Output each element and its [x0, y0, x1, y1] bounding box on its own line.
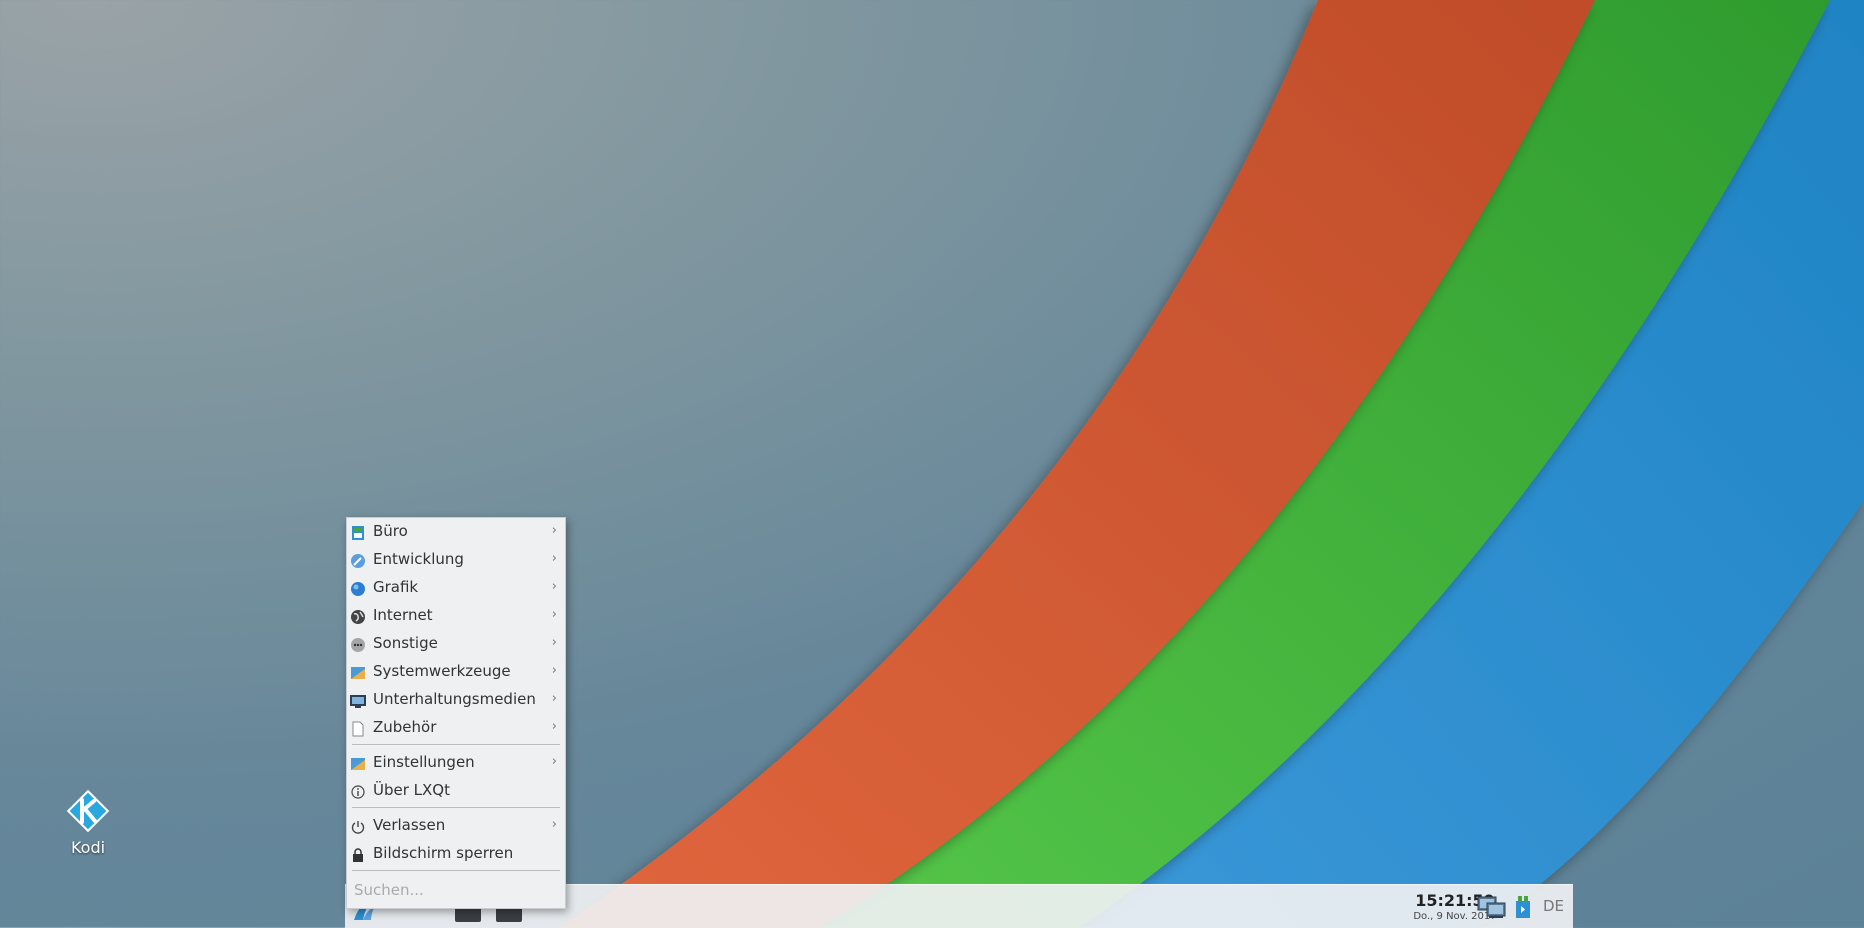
chevron-right-icon: › [551, 663, 557, 678]
chevron-right-icon: › [551, 691, 557, 706]
menu-item-unterhaltungsmedien[interactable]: Unterhaltungsmedien › [347, 686, 565, 712]
development-icon [350, 551, 366, 568]
chevron-right-icon: › [551, 523, 557, 538]
chevron-right-icon: › [551, 817, 557, 832]
menu-item-verlassen[interactable]: Verlassen › [347, 812, 565, 838]
menu-item-internet[interactable]: Internet › [347, 602, 565, 628]
lock-icon [350, 845, 366, 862]
menu-separator [352, 807, 560, 808]
chevron-right-icon: › [551, 635, 557, 650]
menu-separator [352, 744, 560, 745]
kodi-icon [65, 788, 111, 834]
menu-item-entwicklung[interactable]: Entwicklung › [347, 546, 565, 572]
internet-globe-icon [350, 607, 366, 624]
menu-item-einstellungen[interactable]: Einstellungen › [347, 749, 565, 775]
settings-icon [350, 754, 366, 770]
menu-item-zubehoer[interactable]: Zubehör › [347, 714, 565, 740]
application-menu: Büro › Entwicklung › Grafik › Internet ›… [346, 517, 566, 909]
other-icon [350, 635, 366, 652]
power-icon [350, 817, 366, 834]
menu-item-systemwerkzeuge[interactable]: Systemwerkzeuge › [347, 658, 565, 684]
desktop-icon-label: Kodi [70, 838, 106, 857]
menu-item-ueber-lxqt[interactable]: Über LXQt [347, 777, 565, 803]
menu-item-buero[interactable]: Büro › [347, 518, 565, 544]
info-icon [350, 782, 366, 799]
network-icon[interactable] [1477, 894, 1507, 920]
chevron-right-icon: › [551, 551, 557, 566]
multimedia-icon [350, 691, 366, 708]
accessories-icon [350, 719, 366, 737]
removable-media-icon[interactable] [1513, 894, 1533, 920]
chevron-right-icon: › [551, 719, 557, 734]
menu-search-input[interactable] [347, 876, 565, 904]
desktop-wallpaper [560, 0, 1864, 927]
menu-item-sonstige[interactable]: Sonstige › [347, 630, 565, 656]
desktop-icon-kodi[interactable]: Kodi [56, 788, 120, 857]
menu-item-bildschirm-sperren[interactable]: Bildschirm sperren [347, 840, 565, 866]
chevron-right-icon: › [551, 754, 557, 769]
chevron-right-icon: › [551, 579, 557, 594]
menu-separator [352, 870, 560, 871]
office-icon [350, 523, 366, 540]
graphics-icon [350, 579, 366, 596]
chevron-right-icon: › [551, 607, 557, 622]
keyboard-layout-indicator[interactable]: DE [1543, 897, 1564, 915]
menu-item-grafik[interactable]: Grafik › [347, 574, 565, 600]
system-tools-icon [350, 663, 366, 679]
